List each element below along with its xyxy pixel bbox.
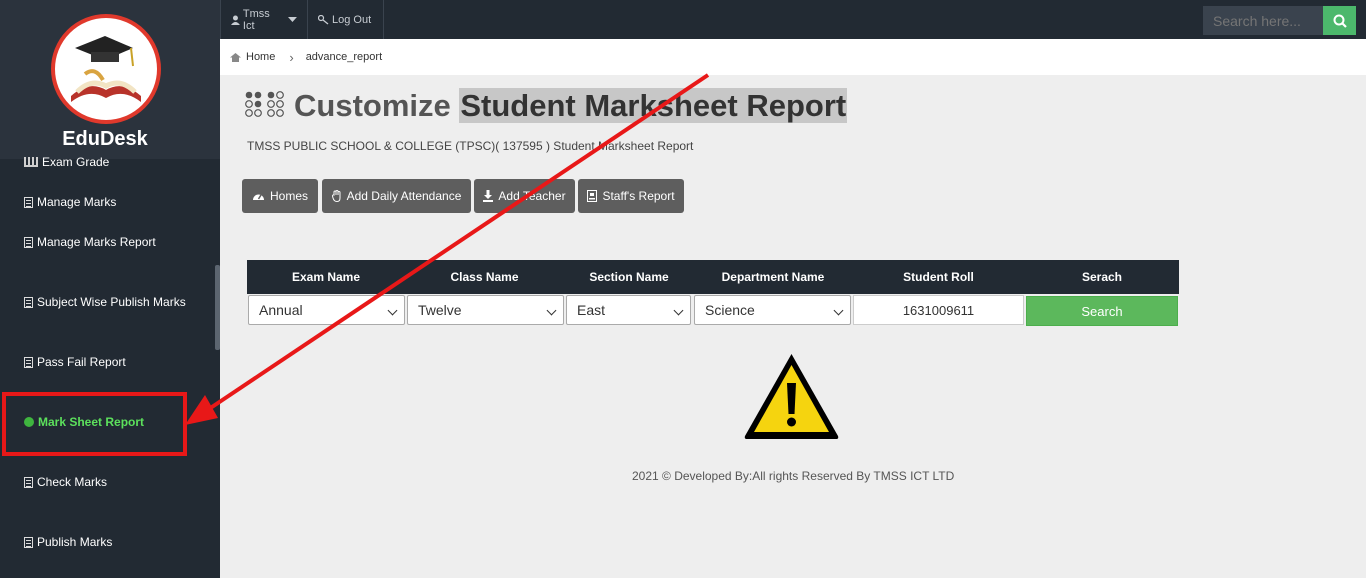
sidebar-item-label: Pass Fail Report (37, 355, 126, 369)
exam-name-value: Annual (259, 302, 303, 318)
caret-down-icon (288, 16, 298, 22)
sidebar-item-label: Subject Wise Publish Marks (37, 295, 186, 309)
user-label: Tmss Ict (242, 7, 270, 32)
add-teacher-button[interactable]: Add Teacher (474, 179, 575, 213)
header-student-roll: Student Roll (903, 270, 974, 284)
document-icon (24, 296, 33, 308)
sidebar-scrollbar[interactable] (215, 265, 220, 350)
search-button[interactable]: Search (1026, 296, 1178, 326)
warning-icon (744, 354, 839, 439)
logout-label: Log Out (332, 13, 372, 26)
user-menu[interactable]: Tmss Ict (220, 0, 308, 39)
search-icon (1333, 14, 1347, 28)
homes-button[interactable]: Homes (242, 179, 318, 213)
page-subtitle: TMSS PUBLIC SCHOOL & COLLEGE (TPSC)( 137… (247, 139, 694, 153)
header-department-name: Department Name (721, 270, 825, 284)
grid-dots-icon (245, 91, 284, 117)
department-name-value: Science (705, 302, 755, 318)
page-title-plain: Customize (294, 88, 451, 123)
breadcrumb-home[interactable]: Home (246, 51, 275, 63)
class-name-select[interactable]: Twelve (407, 295, 564, 325)
filter-table-header: Exam Name Class Name Section Name Depart… (247, 260, 1179, 294)
hand-icon (331, 190, 341, 202)
logo[interactable] (51, 14, 161, 124)
exam-name-select[interactable]: Annual (248, 295, 405, 325)
page-title-highlight: Student Marksheet Report (459, 88, 848, 123)
chevron-down-icon (546, 305, 557, 316)
user-icon (231, 15, 240, 25)
header-section-name: Section Name (589, 270, 669, 284)
document-icon (24, 536, 33, 548)
sidebar-item-subject-wise-publish-marks[interactable]: Subject Wise Publish Marks (24, 295, 186, 309)
key-icon (318, 14, 329, 25)
sidebar: EduDesk Exam Grade Manage Marks Manage M… (0, 0, 220, 578)
header-exam-name: Exam Name (291, 270, 361, 284)
section-name-select[interactable]: East (566, 295, 691, 325)
download-icon (483, 190, 494, 202)
brand-name: EduDesk (62, 128, 148, 150)
sidebar-item-exam-grade[interactable]: Exam Grade (24, 155, 109, 169)
student-roll-input[interactable] (853, 295, 1024, 325)
sidebar-item-label: Check Marks (37, 475, 108, 489)
sidebar-item-label: Manage Marks (37, 195, 117, 209)
document-icon (24, 356, 33, 368)
home-icon (230, 52, 241, 62)
chevron-down-icon (673, 305, 684, 316)
chevron-down-icon (833, 305, 844, 316)
sidebar-item-manage-marks-report[interactable]: Manage Marks Report (24, 235, 156, 249)
breadcrumb: Home › advance_report (220, 39, 1366, 75)
add-daily-attendance-button[interactable]: Add Daily Attendance (322, 179, 471, 213)
page-title: Customize Student Marksheet Report (294, 88, 848, 124)
brand-area: EduDesk (0, 0, 220, 159)
annotation-highlight-box (2, 392, 187, 456)
global-search-button[interactable] (1323, 6, 1356, 35)
document-icon (24, 196, 33, 208)
sidebar-item-pass-fail-report[interactable]: Pass Fail Report (24, 355, 126, 369)
sidebar-item-label: Exam Grade (42, 155, 110, 169)
class-name-value: Twelve (418, 302, 462, 318)
department-name-select[interactable]: Science (694, 295, 851, 325)
staffs-report-button[interactable]: Staff's Report (578, 179, 684, 213)
topbar: Tmss Ict Log Out (220, 0, 1366, 39)
homes-label: Homes (269, 189, 308, 203)
breadcrumb-current: advance_report (305, 51, 383, 63)
header-search: Serach (1081, 270, 1123, 284)
chevron-right-icon: › (289, 49, 294, 65)
global-search-input[interactable] (1203, 6, 1323, 35)
staff-label: Staff's Report (602, 189, 675, 203)
chevron-down-icon (387, 305, 398, 316)
report-icon (587, 190, 598, 202)
footer-text: 2021 © Developed By:All rights Reserved … (632, 469, 955, 483)
teacher-label: Add Teacher (498, 189, 566, 203)
sidebar-item-label: Manage Marks Report (37, 235, 156, 249)
logout-button[interactable]: Log Out (308, 0, 384, 39)
attendance-label: Add Daily Attendance (346, 189, 462, 203)
bank-icon (24, 157, 38, 167)
document-icon (24, 476, 33, 488)
sidebar-item-publish-marks[interactable]: Publish Marks (24, 535, 112, 549)
section-name-value: East (577, 302, 606, 318)
sidebar-item-label: Publish Marks (37, 535, 113, 549)
header-class-name: Class Name (450, 270, 519, 284)
document-icon (24, 236, 33, 248)
dashboard-icon (252, 194, 264, 200)
sidebar-item-check-marks[interactable]: Check Marks (24, 475, 107, 489)
sidebar-item-manage-marks[interactable]: Manage Marks (24, 195, 116, 209)
